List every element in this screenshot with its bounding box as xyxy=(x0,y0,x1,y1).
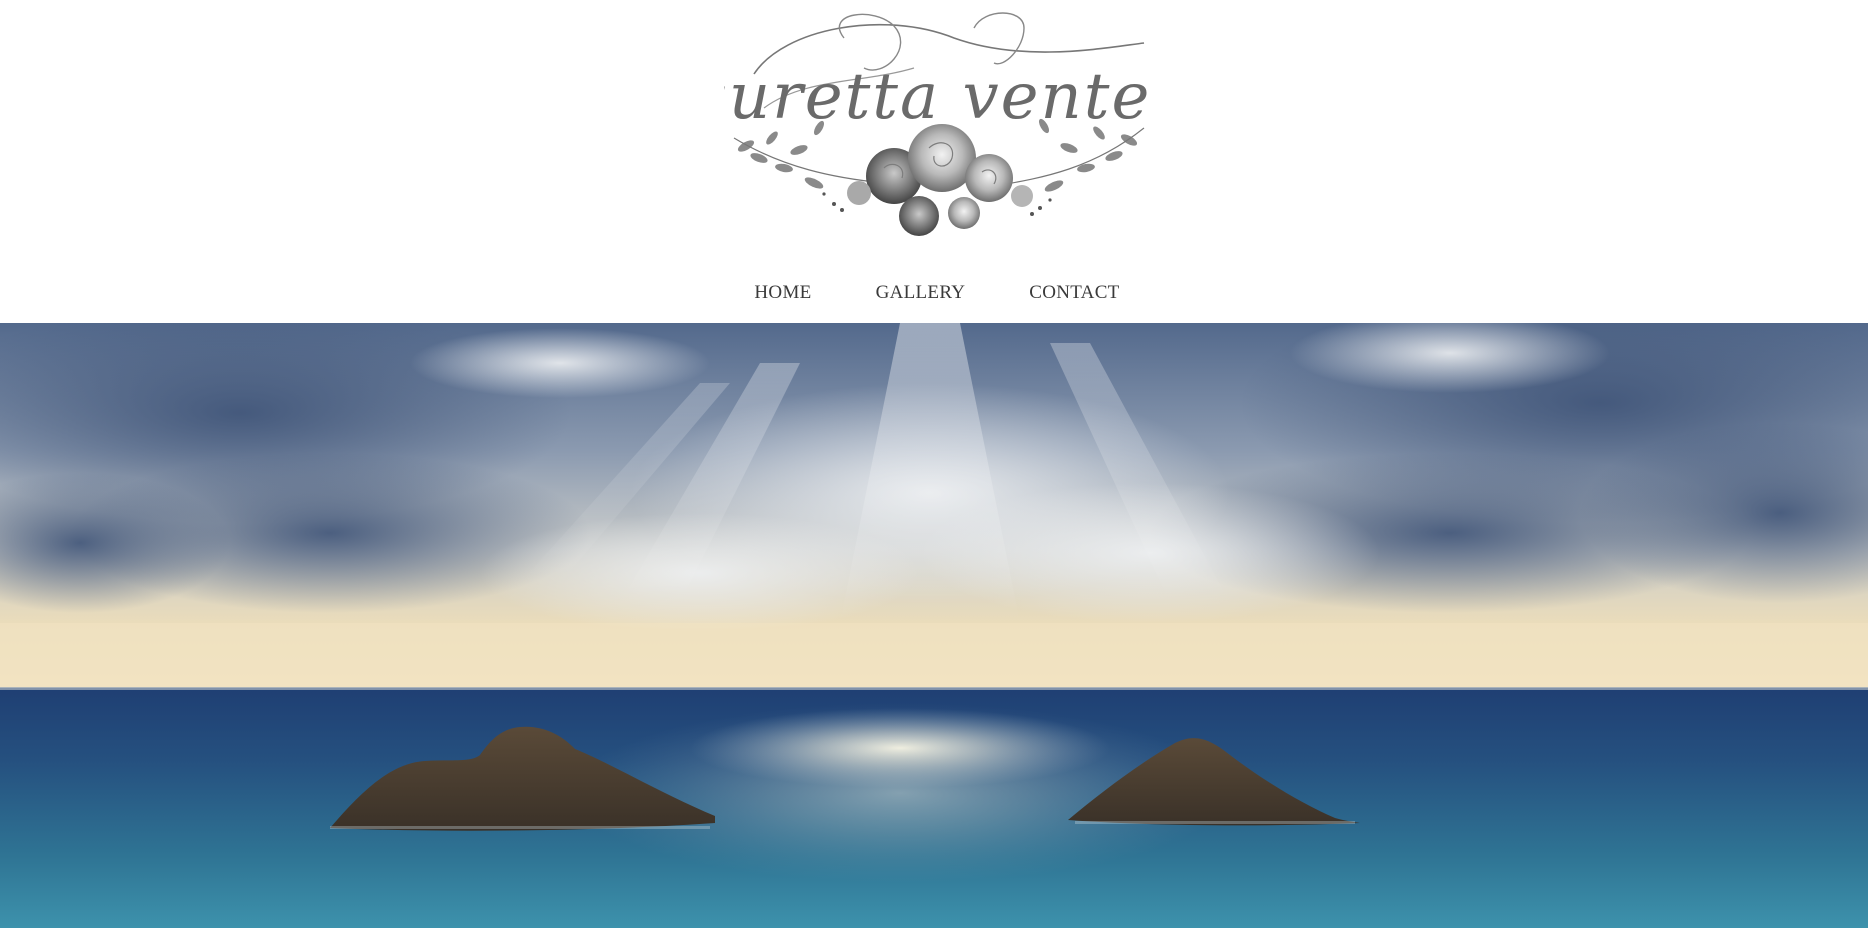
site-logo[interactable]: suretta venter xyxy=(694,8,1183,246)
nav-gallery-link[interactable]: GALLERY xyxy=(876,282,966,304)
nav-home-link[interactable]: HOME xyxy=(754,282,811,304)
site-header: suretta venter xyxy=(0,0,1868,323)
floral-wreath-logo-icon: suretta venter xyxy=(694,12,1183,236)
main-nav: HOME GALLERY CONTACT xyxy=(0,282,1868,304)
ocean-sunrays-image xyxy=(0,323,1868,928)
hero-banner-image xyxy=(0,323,1868,928)
nav-contact-link[interactable]: CONTACT xyxy=(1029,282,1119,304)
logo-text: suretta venter xyxy=(724,60,1154,134)
